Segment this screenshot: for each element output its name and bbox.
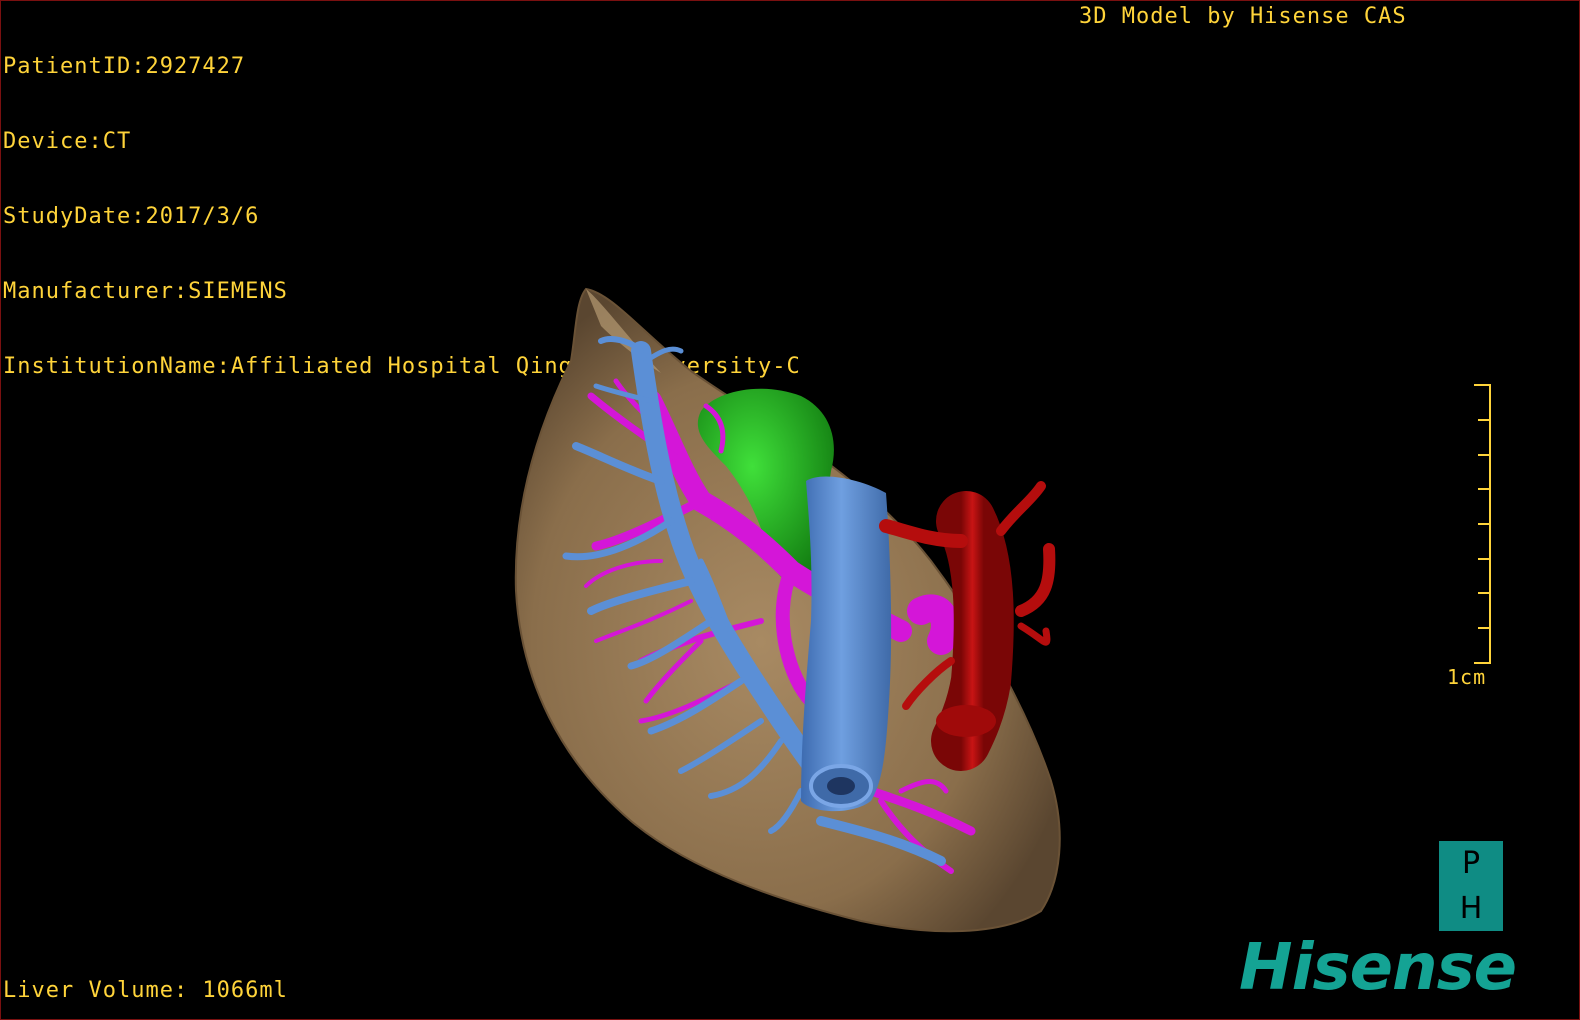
liver-volume-text: Liver Volume: 1066ml — [3, 978, 288, 1003]
scale-label: 1cm — [1447, 665, 1487, 689]
scale-bar — [1474, 384, 1491, 664]
ph-logo-top: P — [1461, 846, 1481, 881]
hisense-logo: Hisense — [1239, 931, 1517, 1005]
ph-logo-bottom: H — [1459, 891, 1483, 926]
inferior-vena-cava — [801, 476, 892, 812]
ph-logo: P H — [1439, 841, 1503, 931]
3d-viewport[interactable]: PatientID:2927427 Device:CT StudyDate:20… — [0, 0, 1580, 1020]
liver-3d-model[interactable] — [1, 1, 1579, 1019]
